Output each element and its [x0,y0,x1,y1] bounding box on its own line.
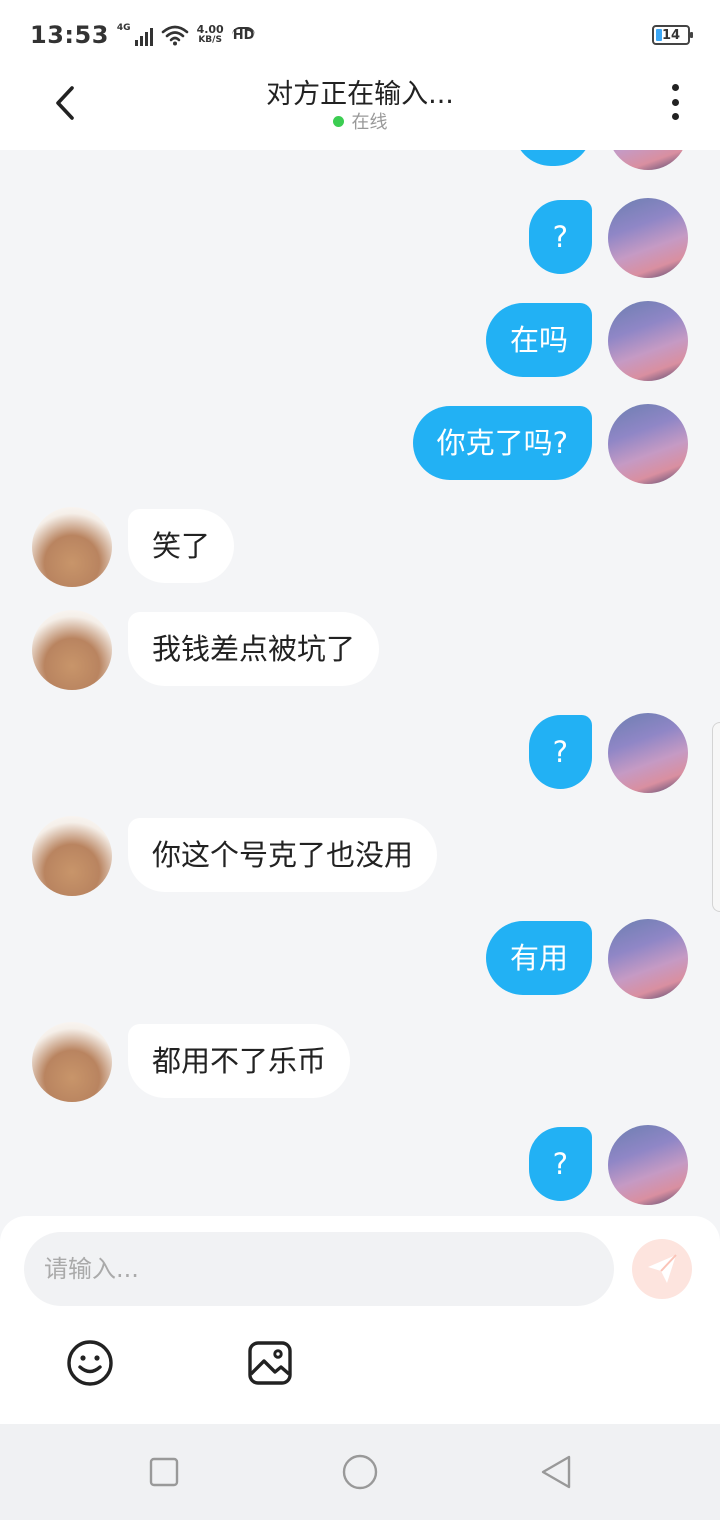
contact-avatar[interactable] [32,1022,112,1102]
wifi-icon [161,25,188,46]
message-row-partial [0,150,720,172]
my-avatar[interactable] [608,198,688,278]
paper-plane-icon [648,1254,677,1283]
contact-avatar[interactable] [32,610,112,690]
online-dot-icon [332,115,344,127]
message-row: 我钱差点被坑了 [0,608,720,692]
message-bubble-outgoing[interactable]: 在吗 [485,303,592,377]
my-avatar[interactable] [608,919,688,999]
message-row: 你克了吗? [0,402,720,486]
status-left: 13:53 4G 4.00 KB/S HD [30,21,256,49]
message-bubble-incoming[interactable]: 笑了 [128,509,235,583]
contact-avatar[interactable] [32,816,112,896]
hd-call-icon: HD [231,27,256,43]
message-bubble-outgoing[interactable]: ? [528,1127,592,1201]
message-bubble-outgoing[interactable]: 你克了吗? [412,406,592,480]
message-bubble-partial[interactable] [514,150,592,166]
message-row: 都用不了乐币 [0,1020,720,1104]
network-speed-unit: KB/S [198,35,222,45]
side-edge-handle[interactable] [712,722,720,912]
message-input[interactable] [24,1232,614,1306]
square-icon [149,1457,179,1487]
message-bubble-outgoing[interactable]: ? [528,200,592,274]
message-row: 在吗 [0,299,720,383]
message-bubble-outgoing[interactable]: ? [528,715,592,789]
message-bubble-incoming[interactable]: 都用不了乐币 [128,1024,351,1098]
my-avatar[interactable] [608,1125,688,1205]
message-list[interactable]: ? 在吗 你克了吗? 笑了 我钱差点被坑了 ? 你这个号克了也没用 有用 都用不… [0,150,720,1216]
image-button[interactable] [245,1338,295,1388]
network-speed-value: 4.00 [196,23,224,36]
system-nav-bar [0,1424,720,1520]
my-avatar[interactable] [608,301,688,381]
message-bubble-incoming[interactable]: 我钱差点被坑了 [128,612,380,686]
message-row: ? [0,1123,720,1207]
circle-icon [342,1454,378,1490]
image-icon [248,1341,292,1385]
more-options-button[interactable] [660,80,690,124]
chat-header: 对方正在输入... 在线 [0,70,720,150]
my-avatar[interactable] [608,150,688,170]
smiley-icon [67,1340,113,1386]
home-button[interactable] [340,1452,380,1492]
my-avatar[interactable] [608,404,688,484]
triangle-back-icon [541,1455,571,1489]
contact-avatar[interactable] [32,507,112,587]
network-speed: 4.00 KB/S [197,24,224,46]
message-bubble-outgoing[interactable]: 有用 [485,921,592,995]
message-row: ? [0,711,720,795]
my-avatar[interactable] [608,713,688,793]
online-status: 在线 [0,108,720,134]
status-bar: 13:53 4G 4.00 KB/S HD 14 [0,0,720,70]
composer [0,1216,720,1424]
battery-level: 14 [661,27,681,43]
chat-title: 对方正在输入... [266,79,454,110]
message-bubble-incoming[interactable]: 你这个号克了也没用 [128,818,438,892]
emoji-button[interactable] [65,1338,115,1388]
nav-back-button[interactable] [536,1452,576,1492]
message-row: ? [0,196,720,280]
online-status-text: 在线 [351,112,388,133]
signal-bars [134,28,153,46]
recent-apps-button[interactable] [144,1452,184,1492]
message-row: 有用 [0,917,720,1001]
message-row: 笑了 [0,505,720,589]
status-time: 13:53 [30,21,109,49]
battery-icon: 14 [652,25,693,45]
network-type-label: 4G [116,23,131,33]
message-row: 你这个号克了也没用 [0,814,720,898]
more-vertical-icon [671,84,679,91]
cellular-signal-icon: 4G [117,24,153,46]
send-button[interactable] [632,1239,692,1299]
